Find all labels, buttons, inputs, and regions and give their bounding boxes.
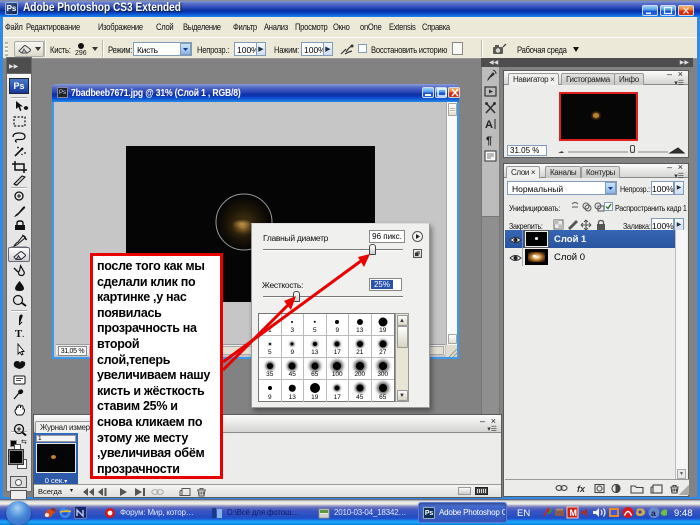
svg-text:A: A — [485, 119, 493, 131]
svg-text:fx: fx — [577, 484, 586, 494]
svg-text:a: a — [651, 508, 656, 518]
svg-text:¶: ¶ — [486, 135, 492, 147]
svg-text:M: M — [570, 508, 578, 518]
